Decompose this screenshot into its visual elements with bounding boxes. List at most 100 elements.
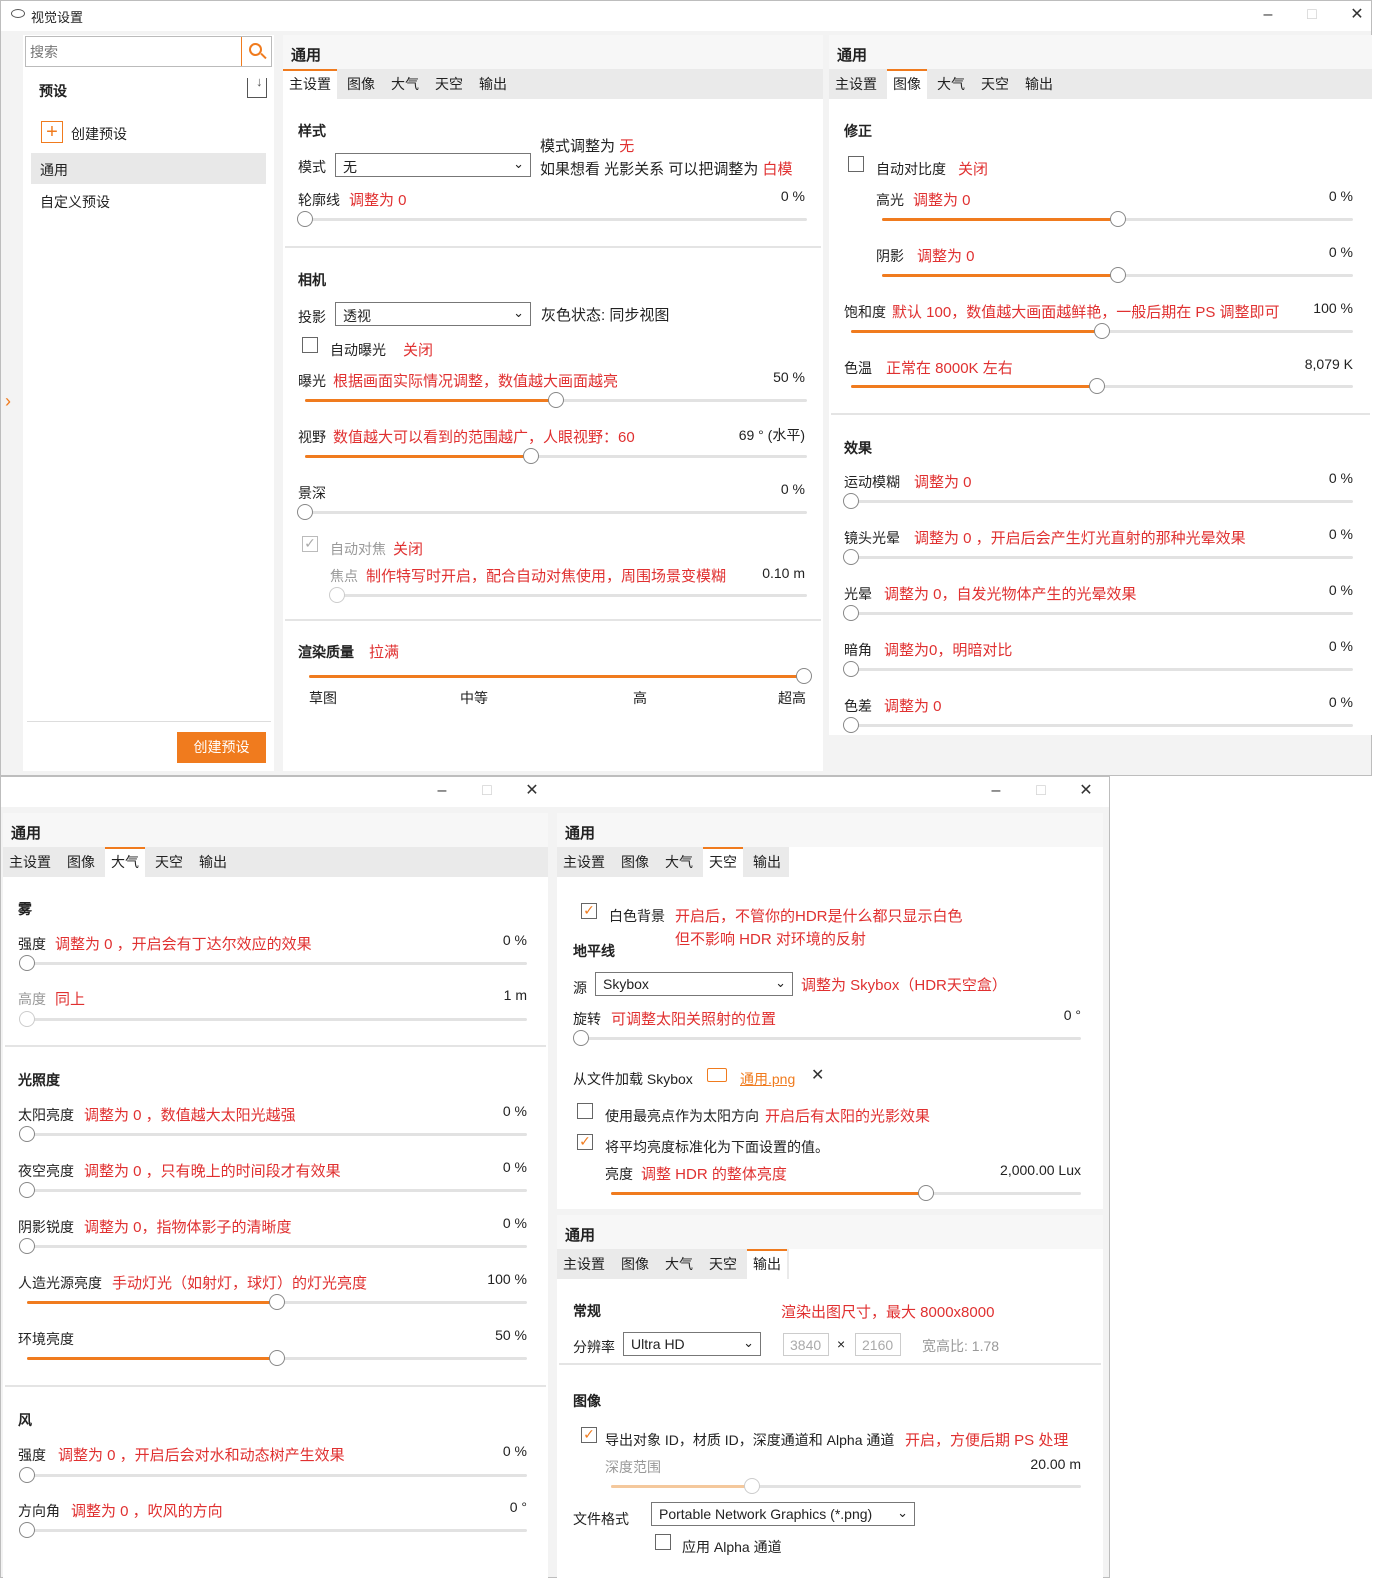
slider-handle[interactable] — [573, 1030, 589, 1046]
slider-handle[interactable] — [19, 1238, 35, 1254]
slider-handle[interactable] — [19, 1467, 35, 1483]
fog-strength-slider[interactable] — [19, 955, 527, 971]
tab-main[interactable]: 主设置 — [283, 69, 337, 99]
tab-output[interactable]: 输出 — [747, 847, 787, 877]
slider-handle[interactable] — [796, 668, 812, 684]
tab-atmosphere[interactable]: 大气 — [105, 847, 145, 877]
slider-handle[interactable] — [1109, 211, 1126, 227]
tab-output[interactable]: 输出 — [193, 847, 233, 877]
tab-atmosphere[interactable]: 大气 — [931, 69, 971, 99]
dof-slider[interactable] — [297, 504, 807, 520]
saturation-slider[interactable] — [851, 323, 1353, 339]
slider-handle[interactable] — [269, 1294, 285, 1310]
tab-atmosphere[interactable]: 大气 — [659, 1249, 699, 1279]
slider-handle[interactable] — [843, 549, 859, 565]
projection-select[interactable]: 透视 ⌄ — [335, 302, 531, 326]
chevron-right-icon[interactable]: › — [5, 391, 11, 412]
tab-image[interactable]: 图像 — [341, 69, 381, 99]
create-preset-button[interactable]: 创建预设 — [177, 732, 266, 763]
lighting-slider[interactable] — [19, 1238, 527, 1254]
effect-slider[interactable] — [843, 717, 1353, 733]
maximize-button[interactable]: □ — [476, 781, 498, 801]
slider-handle[interactable] — [19, 1182, 35, 1198]
slider-handle[interactable] — [19, 1522, 35, 1538]
normalize-checkbox[interactable]: ✓ — [577, 1134, 593, 1150]
file-format-select[interactable]: Portable Network Graphics (*.png) ⌄ — [651, 1502, 915, 1526]
close-icon[interactable]: ✕ — [811, 1065, 824, 1085]
create-preset-link[interactable]: 创建预设 — [71, 124, 127, 144]
render-quality-slider[interactable] — [309, 668, 812, 684]
close-button[interactable]: ✕ — [521, 781, 543, 801]
tab-sky[interactable]: 天空 — [703, 1249, 743, 1279]
tab-image[interactable]: 图像 — [61, 847, 101, 877]
search-icon[interactable] — [241, 37, 271, 66]
auto-exposure-checkbox[interactable] — [302, 337, 318, 353]
white-background-checkbox[interactable]: ✓ — [581, 903, 597, 919]
tab-main[interactable]: 主设置 — [3, 847, 57, 877]
slider-handle[interactable] — [19, 1126, 35, 1142]
maximize-button[interactable]: □ — [1030, 781, 1052, 801]
tab-output[interactable]: 输出 — [1019, 69, 1059, 99]
slider-handle[interactable] — [843, 661, 859, 677]
tab-image[interactable]: 图像 — [887, 69, 927, 99]
slider-handle[interactable] — [297, 211, 313, 227]
exposure-slider[interactable] — [305, 392, 807, 408]
slider-handle[interactable] — [269, 1350, 285, 1366]
search-input[interactable] — [30, 41, 240, 63]
brightest-point-checkbox[interactable] — [577, 1103, 593, 1119]
tab-sky[interactable]: 天空 — [429, 69, 469, 99]
close-button[interactable]: ✕ — [1075, 781, 1097, 801]
slider-handle[interactable] — [297, 504, 313, 520]
export-icon[interactable]: ↓ — [247, 74, 267, 98]
close-button[interactable]: ✕ — [1346, 5, 1368, 25]
slider-handle[interactable] — [843, 493, 859, 509]
fov-slider[interactable] — [305, 448, 807, 464]
search-box[interactable] — [25, 36, 272, 67]
highlight-slider[interactable] — [882, 211, 1353, 227]
tab-atmosphere[interactable]: 大气 — [385, 69, 425, 99]
resolution-select[interactable]: Ultra HD ⌄ — [623, 1332, 761, 1356]
sidebar-item-general[interactable]: 通用 — [31, 153, 266, 184]
effect-slider[interactable] — [843, 661, 1353, 677]
outline-slider[interactable] — [297, 211, 807, 227]
slider-handle[interactable] — [843, 717, 859, 733]
effect-slider[interactable] — [843, 549, 1353, 565]
lighting-slider[interactable] — [27, 1294, 527, 1310]
lighting-slider[interactable] — [19, 1126, 527, 1142]
alpha-channel-checkbox[interactable] — [655, 1534, 671, 1550]
effect-slider[interactable] — [843, 493, 1353, 509]
shadow-slider[interactable] — [882, 267, 1353, 283]
minimize-button[interactable]: – — [431, 781, 453, 801]
slider-handle[interactable] — [917, 1185, 934, 1201]
tab-image[interactable]: 图像 — [615, 847, 655, 877]
rotation-slider[interactable] — [573, 1030, 1081, 1046]
sidebar-item-custom[interactable]: 自定义预设 — [40, 192, 110, 212]
tab-main[interactable]: 主设置 — [557, 1249, 611, 1279]
tab-image[interactable]: 图像 — [615, 1249, 655, 1279]
slider-handle[interactable] — [522, 448, 539, 464]
plus-icon[interactable]: + — [41, 121, 63, 143]
tab-main[interactable]: 主设置 — [557, 847, 611, 877]
lighting-slider[interactable] — [19, 1182, 527, 1198]
color-temp-slider[interactable] — [851, 378, 1353, 394]
tab-main[interactable]: 主设置 — [829, 69, 883, 99]
wind-strength-slider[interactable] — [19, 1467, 527, 1483]
maximize-button[interactable]: □ — [1301, 5, 1323, 25]
slider-handle[interactable] — [1088, 378, 1105, 394]
export-ids-checkbox[interactable]: ✓ — [581, 1427, 597, 1443]
slider-handle[interactable] — [1109, 267, 1126, 283]
minimize-button[interactable]: – — [985, 781, 1007, 801]
lighting-slider[interactable] — [27, 1350, 527, 1366]
slider-handle[interactable] — [1094, 323, 1110, 339]
folder-icon[interactable] — [707, 1068, 727, 1082]
slider-handle[interactable] — [843, 605, 859, 621]
mode-select[interactable]: 无 ⌄ — [335, 153, 531, 177]
brightness-slider[interactable] — [611, 1185, 1081, 1201]
minimize-button[interactable]: – — [1257, 5, 1279, 25]
slider-handle[interactable] — [548, 392, 564, 408]
source-select[interactable]: Skybox ⌄ — [595, 972, 793, 996]
slider-handle[interactable] — [19, 955, 35, 971]
tab-output[interactable]: 输出 — [747, 1249, 787, 1279]
tab-sky[interactable]: 天空 — [703, 847, 743, 877]
tab-sky[interactable]: 天空 — [975, 69, 1015, 99]
